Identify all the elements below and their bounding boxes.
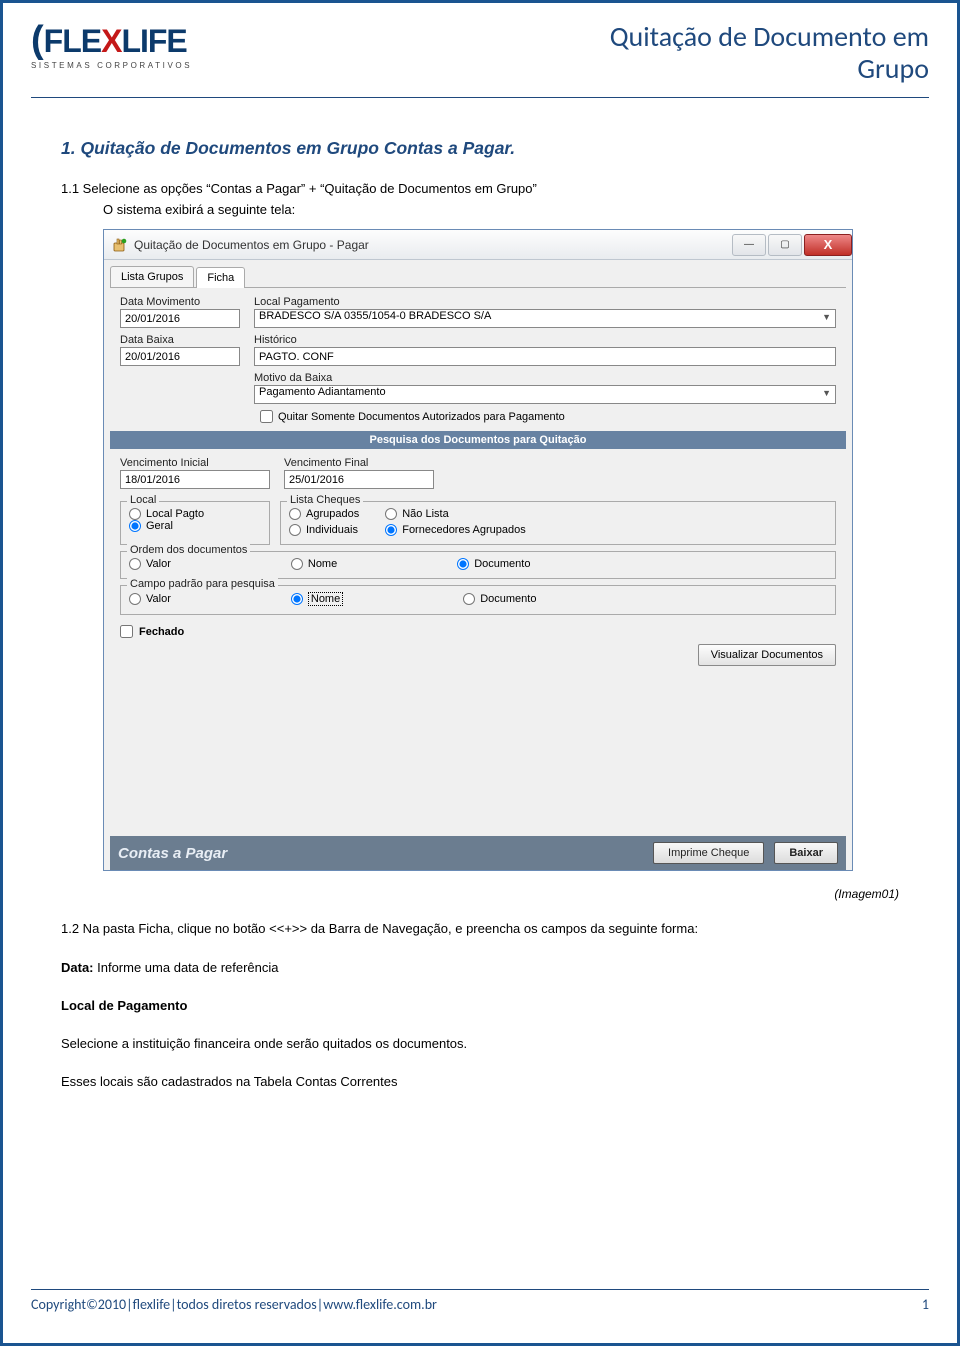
document-title: Quitação de Documento em Grupo bbox=[610, 21, 929, 85]
group-ordem: Ordem dos documentos Valor Nome Document… bbox=[120, 551, 836, 579]
logo: ( FLEXLIFE SISTEMAS CORPORATIVOS bbox=[31, 21, 192, 70]
close-button[interactable]: X bbox=[804, 234, 852, 256]
label-local-pagamento: Local Pagamento bbox=[254, 296, 836, 308]
minimize-button[interactable]: — bbox=[732, 234, 766, 256]
radio-nao-lista[interactable] bbox=[385, 508, 397, 520]
paragraph-1-sub: O sistema exibirá a seguinte tela: bbox=[103, 202, 899, 217]
footer-page-number: 1 bbox=[922, 1296, 929, 1313]
tab-body: Data Movimento Local Pagamento BRADESCO … bbox=[110, 287, 846, 870]
tab-lista-grupos[interactable]: Lista Grupos bbox=[110, 266, 194, 287]
input-venc-final[interactable] bbox=[284, 470, 434, 489]
label-checkbox-autorizados: Quitar Somente Documentos Autorizados pa… bbox=[278, 411, 565, 423]
input-venc-inicial[interactable] bbox=[120, 470, 270, 489]
group-local: Local Local Pagto Geral bbox=[120, 501, 270, 545]
radio-campo-nome[interactable] bbox=[291, 593, 303, 605]
footer-title: Contas a Pagar bbox=[118, 845, 227, 862]
group-campo-pesquisa: Campo padrão para pesquisa Valor Nome Do… bbox=[120, 585, 836, 615]
app-window: Quitação de Documentos em Grupo - Pagar … bbox=[103, 229, 853, 871]
radio-campo-valor[interactable] bbox=[129, 593, 141, 605]
input-data-baixa[interactable] bbox=[120, 347, 240, 366]
section-bar-pesquisa: Pesquisa dos Documentos para Quitação bbox=[110, 431, 846, 449]
input-data-movimento[interactable] bbox=[120, 309, 240, 328]
radio-local-pagto[interactable] bbox=[129, 508, 141, 520]
tabs: Lista Grupos Ficha bbox=[104, 260, 852, 287]
radio-ordem-valor[interactable] bbox=[129, 558, 141, 570]
label-data-movimento: Data Movimento bbox=[120, 296, 240, 308]
select-motivo-baixa[interactable]: Pagamento Adiantamento bbox=[254, 385, 836, 404]
label-historico: Histórico bbox=[254, 334, 836, 346]
radio-agrupados[interactable] bbox=[289, 508, 301, 520]
radio-ordem-nome[interactable] bbox=[291, 558, 303, 570]
page-footer: Copyright©2010|flexlife|todos diretos re… bbox=[31, 1289, 929, 1313]
radio-individuais[interactable] bbox=[289, 524, 301, 536]
label-data-baixa: Data Baixa bbox=[120, 334, 240, 346]
label-fechado: Fechado bbox=[139, 626, 184, 638]
input-historico[interactable] bbox=[254, 347, 836, 366]
paragraph-2: 1.2 Na pasta Ficha, clique no botão <<+>… bbox=[61, 919, 899, 939]
image-caption: (Imagem01) bbox=[3, 887, 899, 901]
logo-subtitle: SISTEMAS CORPORATIVOS bbox=[31, 61, 192, 70]
checkbox-autorizados[interactable] bbox=[260, 410, 273, 423]
imprime-cheque-button[interactable]: Imprime Cheque bbox=[653, 842, 764, 864]
label-venc-inicial: Vencimento Inicial bbox=[120, 457, 270, 469]
label-venc-final: Vencimento Final bbox=[284, 457, 434, 469]
radio-geral[interactable] bbox=[129, 520, 141, 532]
radio-campo-documento[interactable] bbox=[463, 593, 475, 605]
group-lista-cheques: Lista Cheques Agrupados Individuais Não … bbox=[280, 501, 836, 545]
visualizar-documentos-button[interactable]: Visualizar Documentos bbox=[698, 644, 836, 666]
page-header: ( FLEXLIFE SISTEMAS CORPORATIVOS Quitaçã… bbox=[3, 3, 957, 91]
app-icon bbox=[112, 237, 128, 253]
section-heading: 1. Quitação de Documentos em Grupo Conta… bbox=[61, 138, 899, 159]
paragraph-1: 1.1 Selecione as opções “Contas a Pagar”… bbox=[61, 181, 899, 196]
maximize-button[interactable]: ▢ bbox=[768, 234, 802, 256]
page-frame: ( FLEXLIFE SISTEMAS CORPORATIVOS Quitaçã… bbox=[0, 0, 960, 1346]
baixar-button[interactable]: Baixar bbox=[774, 842, 838, 864]
paragraph-5: Selecione a instituição financeira onde … bbox=[61, 1034, 899, 1054]
checkbox-fechado[interactable] bbox=[120, 625, 133, 638]
window-title: Quitação de Documentos em Grupo - Pagar bbox=[134, 238, 369, 252]
titlebar: Quitação de Documentos em Grupo - Pagar … bbox=[104, 230, 852, 260]
paragraph-6: Esses locais são cadastrados na Tabela C… bbox=[61, 1072, 899, 1092]
radio-ordem-documento[interactable] bbox=[457, 558, 469, 570]
radio-fornecedores-agrupados[interactable] bbox=[385, 524, 397, 536]
label-motivo-baixa: Motivo da Baixa bbox=[254, 372, 836, 384]
select-local-pagamento[interactable]: BRADESCO S/A 0355/1054-0 BRADESCO S/A bbox=[254, 309, 836, 328]
window-footer-bar: Contas a Pagar Imprime Cheque Baixar bbox=[110, 836, 846, 870]
tab-ficha[interactable]: Ficha bbox=[196, 267, 245, 288]
paragraph-3: Data: Informe uma data de referência bbox=[61, 958, 899, 978]
footer-copyright: Copyright©2010|flexlife|todos diretos re… bbox=[31, 1296, 437, 1313]
paragraph-4: Local de Pagamento bbox=[61, 996, 899, 1016]
